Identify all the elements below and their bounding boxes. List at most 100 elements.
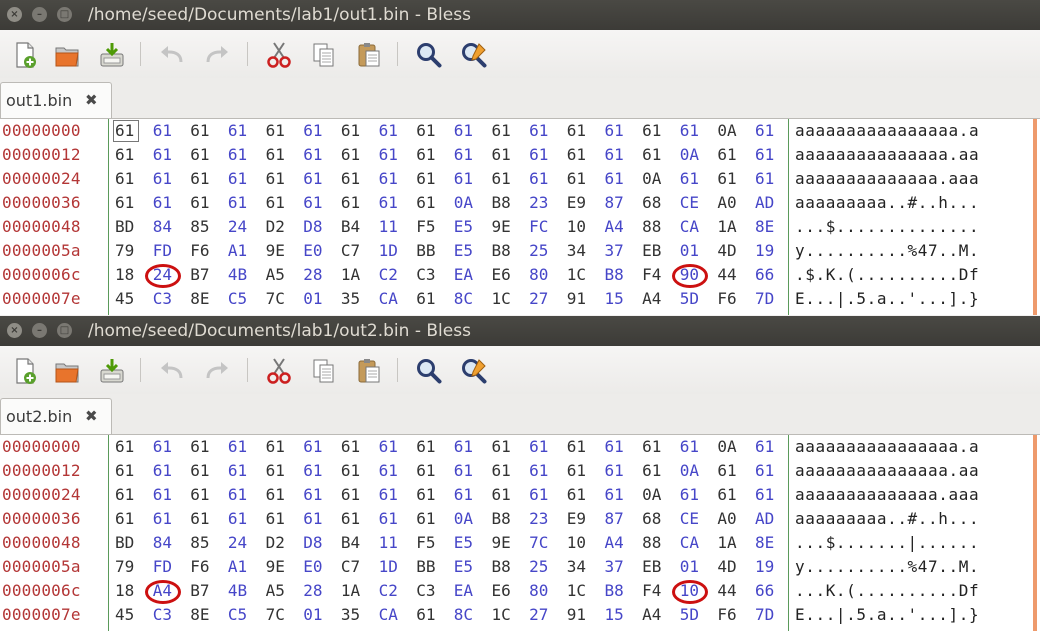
hex-byte[interactable]: AD — [755, 509, 777, 528]
hex-byte[interactable]: 37 — [605, 241, 627, 260]
new-file-button[interactable] — [10, 40, 40, 70]
hex-byte[interactable]: 61 — [303, 437, 325, 456]
hex-byte[interactable]: 44 — [717, 265, 739, 284]
hex-byte[interactable]: 88 — [642, 533, 664, 552]
hex-byte[interactable]: 8C — [454, 289, 476, 308]
hex-byte[interactable]: 61 — [567, 461, 589, 480]
hex-byte[interactable]: 0A — [454, 193, 476, 212]
hex-byte[interactable]: 66 — [755, 265, 777, 284]
hex-byte[interactable]: 0A — [717, 437, 739, 456]
hex-byte[interactable]: 61 — [454, 145, 476, 164]
hex-byte[interactable]: 61 — [492, 169, 514, 188]
hex-byte[interactable]: 24 — [228, 533, 250, 552]
hex-byte[interactable]: EA — [454, 581, 476, 600]
hex-byte[interactable]: 61 — [717, 485, 739, 504]
hex-byte[interactable]: C3 — [153, 605, 175, 624]
hex-byte[interactable]: 61 — [115, 461, 137, 480]
hex-byte[interactable]: 61 — [755, 169, 777, 188]
hex-byte[interactable]: 87 — [605, 509, 627, 528]
hex-byte[interactable]: B8 — [492, 241, 514, 260]
hex-byte[interactable]: 7C — [266, 605, 288, 624]
hex-byte[interactable]: C7 — [341, 241, 363, 260]
hex-byte[interactable]: E9 — [567, 193, 589, 212]
hex-byte[interactable]: 1C — [492, 605, 514, 624]
hex-byte[interactable]: B7 — [190, 265, 212, 284]
hex-byte[interactable]: 23 — [529, 193, 551, 212]
hex-byte[interactable]: A5 — [266, 265, 288, 284]
hex-byte[interactable]: 91 — [567, 605, 589, 624]
hex-byte[interactable]: 61 — [416, 485, 438, 504]
close-window-button[interactable]: × — [7, 323, 22, 338]
hex-byte[interactable]: 61 — [680, 121, 702, 140]
redo-button[interactable] — [202, 40, 232, 70]
hex-byte[interactable]: 61 — [605, 169, 627, 188]
hex-byte[interactable]: 0A — [717, 121, 739, 140]
open-folder-button[interactable] — [52, 356, 82, 386]
hex-byte[interactable]: 61 — [115, 437, 137, 456]
hex-byte[interactable]: 61 — [341, 193, 363, 212]
find-replace-button[interactable] — [459, 356, 489, 386]
hex-byte[interactable]: 61 — [755, 145, 777, 164]
hex-byte[interactable]: 61 — [416, 121, 438, 140]
redo-button[interactable] — [202, 356, 232, 386]
hex-byte[interactable]: 7C — [266, 289, 288, 308]
hex-byte[interactable]: C3 — [416, 581, 438, 600]
hex-byte[interactable]: 5D — [680, 289, 702, 308]
hex-byte[interactable]: C7 — [341, 557, 363, 576]
hex-byte[interactable]: 1D — [379, 557, 401, 576]
hex-byte[interactable]: 61 — [153, 509, 175, 528]
hex-byte[interactable]: 88 — [642, 217, 664, 236]
hex-byte[interactable]: CA — [680, 533, 702, 552]
hex-byte[interactable]: 61 — [529, 437, 551, 456]
hex-byte[interactable]: 61 — [605, 437, 627, 456]
hex-byte[interactable]: 61 — [266, 461, 288, 480]
hex-byte[interactable]: 61 — [454, 169, 476, 188]
hex-byte[interactable]: 8E — [755, 533, 777, 552]
hex-byte[interactable]: 61 — [341, 145, 363, 164]
hex-byte[interactable]: 61 — [680, 437, 702, 456]
hex-byte[interactable]: 61 — [416, 437, 438, 456]
hex-byte[interactable]: 61 — [454, 461, 476, 480]
hex-byte[interactable]: F6 — [717, 605, 739, 624]
hex-byte[interactable]: 61 — [303, 145, 325, 164]
hex-byte[interactable]: 61 — [492, 461, 514, 480]
hex-byte[interactable]: 61 — [153, 121, 175, 140]
hex-byte[interactable]: E0 — [303, 241, 325, 260]
ascii-text[interactable]: ...$.......|...... — [795, 533, 979, 552]
hex-byte[interactable]: 27 — [529, 605, 551, 624]
hex-byte[interactable]: 61 — [416, 461, 438, 480]
hex-byte[interactable]: BB — [416, 557, 438, 576]
hex-byte[interactable]: 24 — [228, 217, 250, 236]
hex-byte[interactable]: 61 — [379, 121, 401, 140]
hex-byte[interactable]: 61 — [454, 437, 476, 456]
hex-byte[interactable]: 35 — [341, 605, 363, 624]
hex-byte[interactable]: A1 — [228, 241, 250, 260]
hex-byte[interactable]: 61 — [341, 121, 363, 140]
hex-byte[interactable]: 9E — [492, 217, 514, 236]
close-tab-icon[interactable]: ✖ — [85, 91, 98, 109]
hex-byte[interactable]: 44 — [717, 581, 739, 600]
close-window-button[interactable]: × — [7, 7, 22, 22]
hex-byte[interactable]: 61 — [190, 461, 212, 480]
hex-byte[interactable]: 61 — [379, 193, 401, 212]
hex-byte[interactable]: 19 — [755, 241, 777, 260]
hex-byte[interactable]: 61 — [266, 509, 288, 528]
hex-byte[interactable]: 68 — [642, 509, 664, 528]
ascii-text[interactable]: aaaaaaaaaaaaaaa.aa — [795, 145, 979, 164]
hex-byte[interactable]: 61 — [492, 121, 514, 140]
hex-byte[interactable]: A4 — [642, 605, 664, 624]
hex-byte[interactable]: 0A — [680, 461, 702, 480]
hex-byte[interactable]: 61 — [379, 485, 401, 504]
hex-byte[interactable]: 61 — [228, 169, 250, 188]
hex-byte[interactable]: 61 — [153, 145, 175, 164]
copy-button[interactable] — [309, 356, 339, 386]
find-button[interactable] — [414, 356, 444, 386]
cut-button[interactable] — [264, 356, 294, 386]
hex-byte[interactable]: 61 — [529, 169, 551, 188]
hex-byte[interactable]: 18 — [115, 265, 137, 284]
hex-byte[interactable]: 61 — [605, 121, 627, 140]
hex-byte[interactable]: CE — [680, 193, 702, 212]
hex-byte[interactable]: 61 — [680, 485, 702, 504]
hex-byte[interactable]: 27 — [529, 289, 551, 308]
paste-button[interactable] — [354, 40, 384, 70]
